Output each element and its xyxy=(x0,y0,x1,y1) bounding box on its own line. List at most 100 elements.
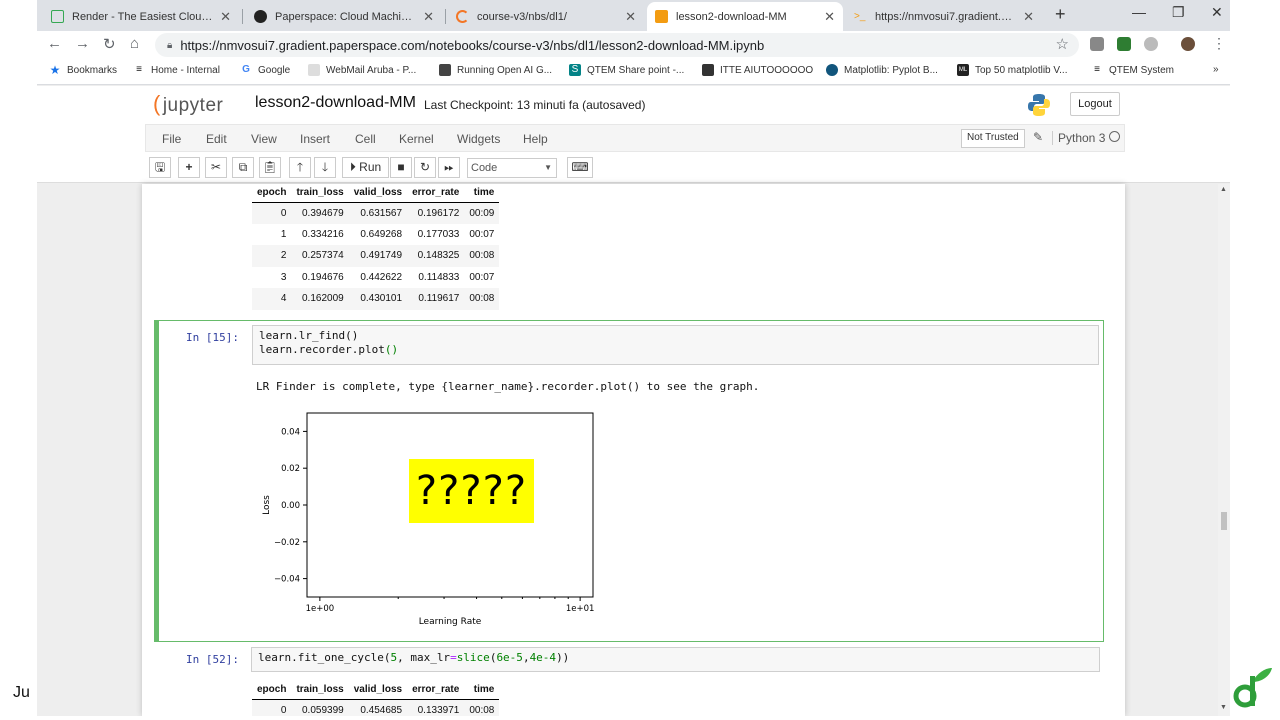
notebook-name[interactable]: lesson2-download-MM xyxy=(255,94,416,112)
selected-code-cell[interactable]: In [15]: learn.lr_find() learn.recorder.… xyxy=(154,320,1104,642)
move-down-icon[interactable]: 🡓 xyxy=(314,157,336,178)
bookmark-item[interactable]: ITTE AIUTOOOOOO xyxy=(702,64,813,76)
menu-file[interactable]: File xyxy=(162,132,181,146)
scroll-up-icon[interactable]: ▲ xyxy=(1220,186,1227,193)
code-token: 4e-4 xyxy=(529,651,557,664)
more-bookmarks[interactable]: » xyxy=(1213,64,1219,75)
logout-button[interactable]: Logout xyxy=(1070,92,1120,116)
code-token: () xyxy=(384,343,399,356)
bookmark-item[interactable]: Matplotlib: Pyplot B... xyxy=(826,64,938,76)
python-icon xyxy=(1028,94,1050,116)
menu-bar: File Edit View Insert Cell Kernel Widget… xyxy=(37,124,1230,152)
menu-cell[interactable]: Cell xyxy=(355,132,376,146)
pencil-icon[interactable]: ✎ xyxy=(1033,130,1043,144)
menu-container: File Edit View Insert Cell Kernel Widget… xyxy=(145,124,1125,152)
table-row: 0 0.059399 0.454685 0.133971 00:08 xyxy=(252,699,500,716)
menu-dots-icon[interactable]: ⋮ xyxy=(1212,35,1226,52)
code-token: , max_lr xyxy=(397,651,451,664)
x-tick-label: 1e+00 xyxy=(306,604,335,614)
forward-icon[interactable]: → xyxy=(75,35,90,52)
bookmark-label: Top 50 matplotlib V... xyxy=(975,64,1068,76)
copy-icon[interactable]: ⧉ xyxy=(232,157,254,178)
table-row: 2 0.257374 0.491749 0.148325 00:08 xyxy=(252,245,500,267)
restore-icon[interactable]: ❐ xyxy=(1172,4,1185,21)
star-icon: ★ xyxy=(49,63,61,77)
close-icon[interactable]: ✕ xyxy=(824,9,835,25)
jupyter-logo[interactable]: (jupyter xyxy=(153,91,223,117)
tab-lesson2[interactable]: lesson2-download-MM ✕ xyxy=(647,2,843,31)
menu-help[interactable]: Help xyxy=(523,132,548,146)
trusted-badge[interactable]: Not Trusted xyxy=(961,129,1025,148)
bookmark-item[interactable]: ≡ Home - Internal xyxy=(133,64,220,76)
table-cell: 0.119617 xyxy=(407,288,465,310)
menu-insert[interactable]: Insert xyxy=(300,132,330,146)
bookmark-item[interactable]: S QTEM Share point -... xyxy=(569,64,684,76)
scrollbar[interactable]: ▲ ▼ xyxy=(1218,184,1230,716)
d-logo-icon xyxy=(1233,668,1272,708)
column-header: train_loss xyxy=(291,184,349,203)
move-up-icon[interactable]: 🡑 xyxy=(289,157,311,178)
table-cell: 00:08 xyxy=(464,245,500,267)
stack-icon: ≡ xyxy=(1094,64,1100,75)
reload-icon[interactable]: ↻ xyxy=(103,35,116,53)
menu-edit[interactable]: Edit xyxy=(206,132,227,146)
code-line: learn.recorder.plot() xyxy=(259,343,1092,357)
scroll-down-icon[interactable]: ▼ xyxy=(1220,704,1227,711)
code-editor[interactable]: learn.lr_find() learn.recorder.plot() xyxy=(252,325,1099,365)
bookmark-item[interactable]: ≡ QTEM System xyxy=(1091,64,1174,76)
render-icon xyxy=(51,10,64,23)
star-icon[interactable]: ☆ xyxy=(1056,35,1069,53)
bookmark-label: Matplotlib: Pyplot B... xyxy=(844,64,938,76)
close-window-icon[interactable]: ✕ xyxy=(1211,4,1223,21)
bookmark-item[interactable]: ★ Bookmarks xyxy=(49,64,117,76)
paste-icon[interactable]: 📋︎ xyxy=(259,157,281,178)
code-cell[interactable]: In [52]: learn.fit_one_cycle(5, max_lr=s… xyxy=(154,646,1104,676)
google-icon: G xyxy=(242,64,250,75)
cell-type-select[interactable]: Code ▼ xyxy=(467,158,557,178)
keyboard-icon[interactable]: ⌨ xyxy=(567,157,593,178)
stack-icon: ≡ xyxy=(136,64,142,75)
scrollbar-thumb[interactable] xyxy=(1221,512,1227,530)
y-tick-label: 0.00 xyxy=(281,501,300,511)
extension-icon[interactable] xyxy=(1090,37,1104,51)
tab-terminal[interactable]: >_ https://nmvosui7.gradient.paperspace … xyxy=(846,2,1042,31)
tab-course[interactable]: course-v3/nbs/dl1/ ✕ xyxy=(448,2,644,31)
close-icon[interactable]: ✕ xyxy=(1023,9,1034,25)
home-icon[interactable]: ⌂ xyxy=(130,35,139,52)
menu-kernel[interactable]: Kernel xyxy=(399,132,434,146)
menu-view[interactable]: View xyxy=(251,132,277,146)
save-icon[interactable]: 🖫︎ xyxy=(149,157,171,178)
avatar[interactable] xyxy=(1181,37,1195,51)
back-icon[interactable]: ← xyxy=(47,35,62,52)
code-token: , xyxy=(522,651,530,664)
table-cell: 00:07 xyxy=(469,228,495,240)
extension-icon[interactable] xyxy=(1117,37,1131,51)
address-bar[interactable]: 🔒︎ https://nmvosui7.gradient.paperspace.… xyxy=(155,33,1079,57)
new-tab-icon[interactable]: + xyxy=(1055,4,1066,25)
cut-icon[interactable]: ✂ xyxy=(205,157,227,178)
ml-icon: ML xyxy=(957,64,969,76)
tab-render[interactable]: Render - The Easiest Cloud For All ✕ xyxy=(43,2,239,31)
tab-paperspace[interactable]: Paperspace: Cloud Machine Learning ✕ xyxy=(246,2,442,31)
restart-icon[interactable]: ↻ xyxy=(414,157,436,178)
bookmark-label: ITTE AIUTOOOOOO xyxy=(720,64,814,76)
close-icon[interactable]: ✕ xyxy=(220,9,231,25)
code-editor[interactable]: learn.fit_one_cycle(5, max_lr=slice(6e-5… xyxy=(251,647,1100,672)
bookmark-item[interactable]: ML Top 50 matplotlib V... xyxy=(957,64,1067,76)
chevron-down-icon: ▼ xyxy=(544,163,552,172)
stop-icon[interactable]: ■ xyxy=(390,157,412,178)
extension-icon[interactable] xyxy=(1144,37,1158,51)
close-icon[interactable]: ✕ xyxy=(625,9,636,25)
minimize-icon[interactable]: — xyxy=(1132,4,1146,20)
table-cell: 0.442622 xyxy=(360,271,403,283)
run-button[interactable]: ⏵ Run xyxy=(342,157,389,178)
bookmark-item[interactable]: WebMail Aruba - P... xyxy=(308,64,416,76)
table-row: 1 0.334216 0.649268 0.177033 00:07 xyxy=(252,224,499,246)
close-icon[interactable]: ✕ xyxy=(423,9,434,25)
menu-widgets[interactable]: Widgets xyxy=(457,132,500,146)
code-token: )) xyxy=(556,651,570,664)
bookmark-item[interactable]: G Google xyxy=(240,64,290,76)
add-cell-icon[interactable]: + xyxy=(178,157,200,178)
fast-forward-icon[interactable]: ⏩︎ xyxy=(438,157,460,178)
bookmark-item[interactable]: Running Open AI G... xyxy=(439,64,552,76)
